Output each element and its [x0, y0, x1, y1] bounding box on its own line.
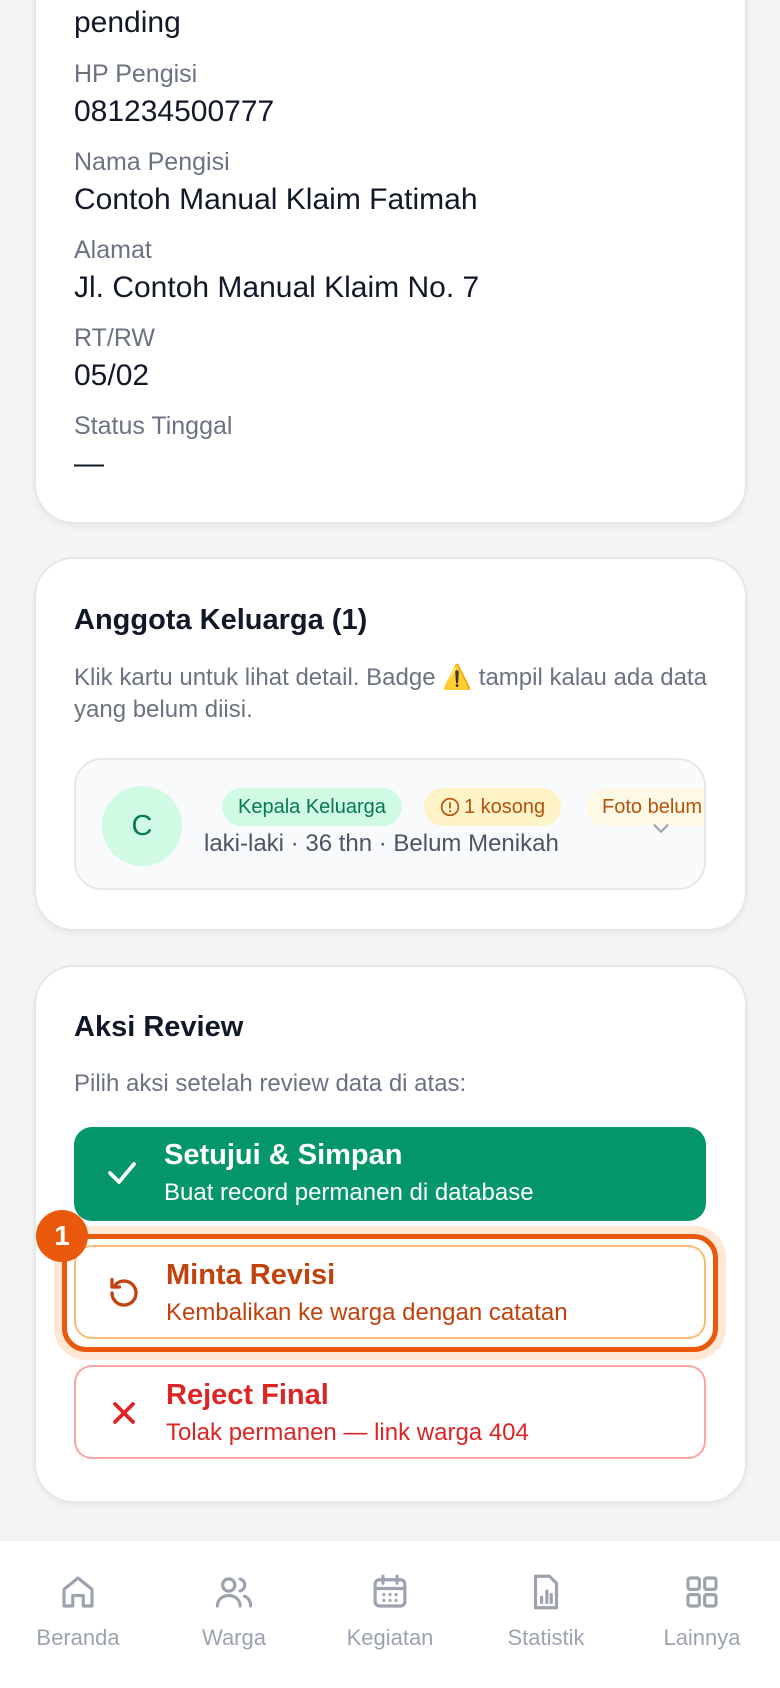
- approve-subtitle: Buat record permanen di database: [164, 1179, 534, 1206]
- reject-title: Reject Final: [166, 1379, 329, 1411]
- family-section-title: Anggota Keluarga (1): [74, 604, 368, 636]
- nav-item-statistik[interactable]: Statistik: [468, 1571, 624, 1661]
- request-revision-button[interactable]: Minta Revisi Kembalikan ke warga dengan …: [74, 1245, 706, 1339]
- home-icon: [62, 1576, 94, 1608]
- grid-icon: [686, 1576, 718, 1608]
- address-value: Jl. Contoh Manual Klaim No. 7: [74, 271, 480, 304]
- chevron-down-icon[interactable]: [650, 818, 672, 840]
- photo-missing-badge: Foto belum: [586, 788, 704, 826]
- x-icon: [113, 1402, 135, 1424]
- nav-label-beranda: Beranda: [36, 1625, 120, 1650]
- residence-status-value: —: [74, 447, 104, 480]
- review-section-description: Pilih aksi setelah review data di atas:: [74, 1070, 467, 1097]
- step-marker: 1: [36, 1210, 88, 1262]
- status-value: pending: [74, 6, 181, 39]
- filler-name-value: Contoh Manual Klaim Fatimah: [74, 183, 478, 216]
- phone-value: 081234500777: [74, 95, 275, 128]
- rt-rw-label: RT/RW: [74, 324, 156, 352]
- alert-circle-icon: [440, 797, 460, 817]
- empty-fields-badge: 1 kosong: [424, 788, 562, 826]
- nav-item-kegiatan[interactable]: Kegiatan: [312, 1571, 468, 1661]
- revise-title: Minta Revisi: [166, 1259, 336, 1291]
- rt-rw-value: 05/02: [74, 359, 150, 392]
- review-section-title: Aksi Review: [74, 1011, 244, 1043]
- check-icon: [108, 1162, 136, 1184]
- avatar: C: [102, 786, 182, 866]
- filler-name-label: Nama Pengisi: [74, 148, 230, 176]
- approve-save-button[interactable]: Setujui & Simpan Buat record permanen di…: [74, 1127, 706, 1221]
- phone-label: HP Pengisi: [74, 60, 198, 88]
- undo-icon: [110, 1277, 138, 1307]
- nav-item-beranda[interactable]: Beranda: [0, 1571, 156, 1661]
- residence-status-label: Status Tinggal: [74, 412, 233, 440]
- chart-file-icon: [533, 1574, 559, 1610]
- reject-subtitle: Tolak permanen — link warga 404: [166, 1419, 529, 1446]
- nav-label-statistik: Statistik: [507, 1625, 585, 1650]
- nav-item-lainnya[interactable]: Lainnya: [624, 1571, 780, 1661]
- calendar-icon: [373, 1574, 407, 1608]
- nav-item-warga[interactable]: Warga: [156, 1571, 312, 1661]
- approve-title: Setujui & Simpan: [164, 1139, 403, 1171]
- revise-subtitle: Kembalikan ke warga dengan catatan: [166, 1299, 568, 1326]
- address-label: Alamat: [74, 236, 152, 264]
- family-member-card[interactable]: C Kepala Keluarga 1 kosong Foto belum la…: [74, 758, 706, 890]
- reject-final-button[interactable]: Reject Final Tolak permanen — link warga…: [74, 1365, 706, 1459]
- family-section-description: Klik kartu untuk lihat detail. Badge ⚠️ …: [74, 664, 707, 723]
- warning-icon: ⚠️: [442, 664, 473, 691]
- head-of-family-badge: Kepala Keluarga: [222, 788, 402, 826]
- bottom-navigation: Beranda Warga Kegiatan Statistik Lainnya: [0, 1540, 780, 1688]
- member-info: laki-laki · 36 thn · Belum Menikah: [204, 830, 559, 857]
- users-icon: [215, 1577, 253, 1608]
- nav-label-warga: Warga: [202, 1625, 266, 1650]
- nav-label-kegiatan: Kegiatan: [346, 1625, 434, 1650]
- nav-label-lainnya: Lainnya: [663, 1625, 741, 1650]
